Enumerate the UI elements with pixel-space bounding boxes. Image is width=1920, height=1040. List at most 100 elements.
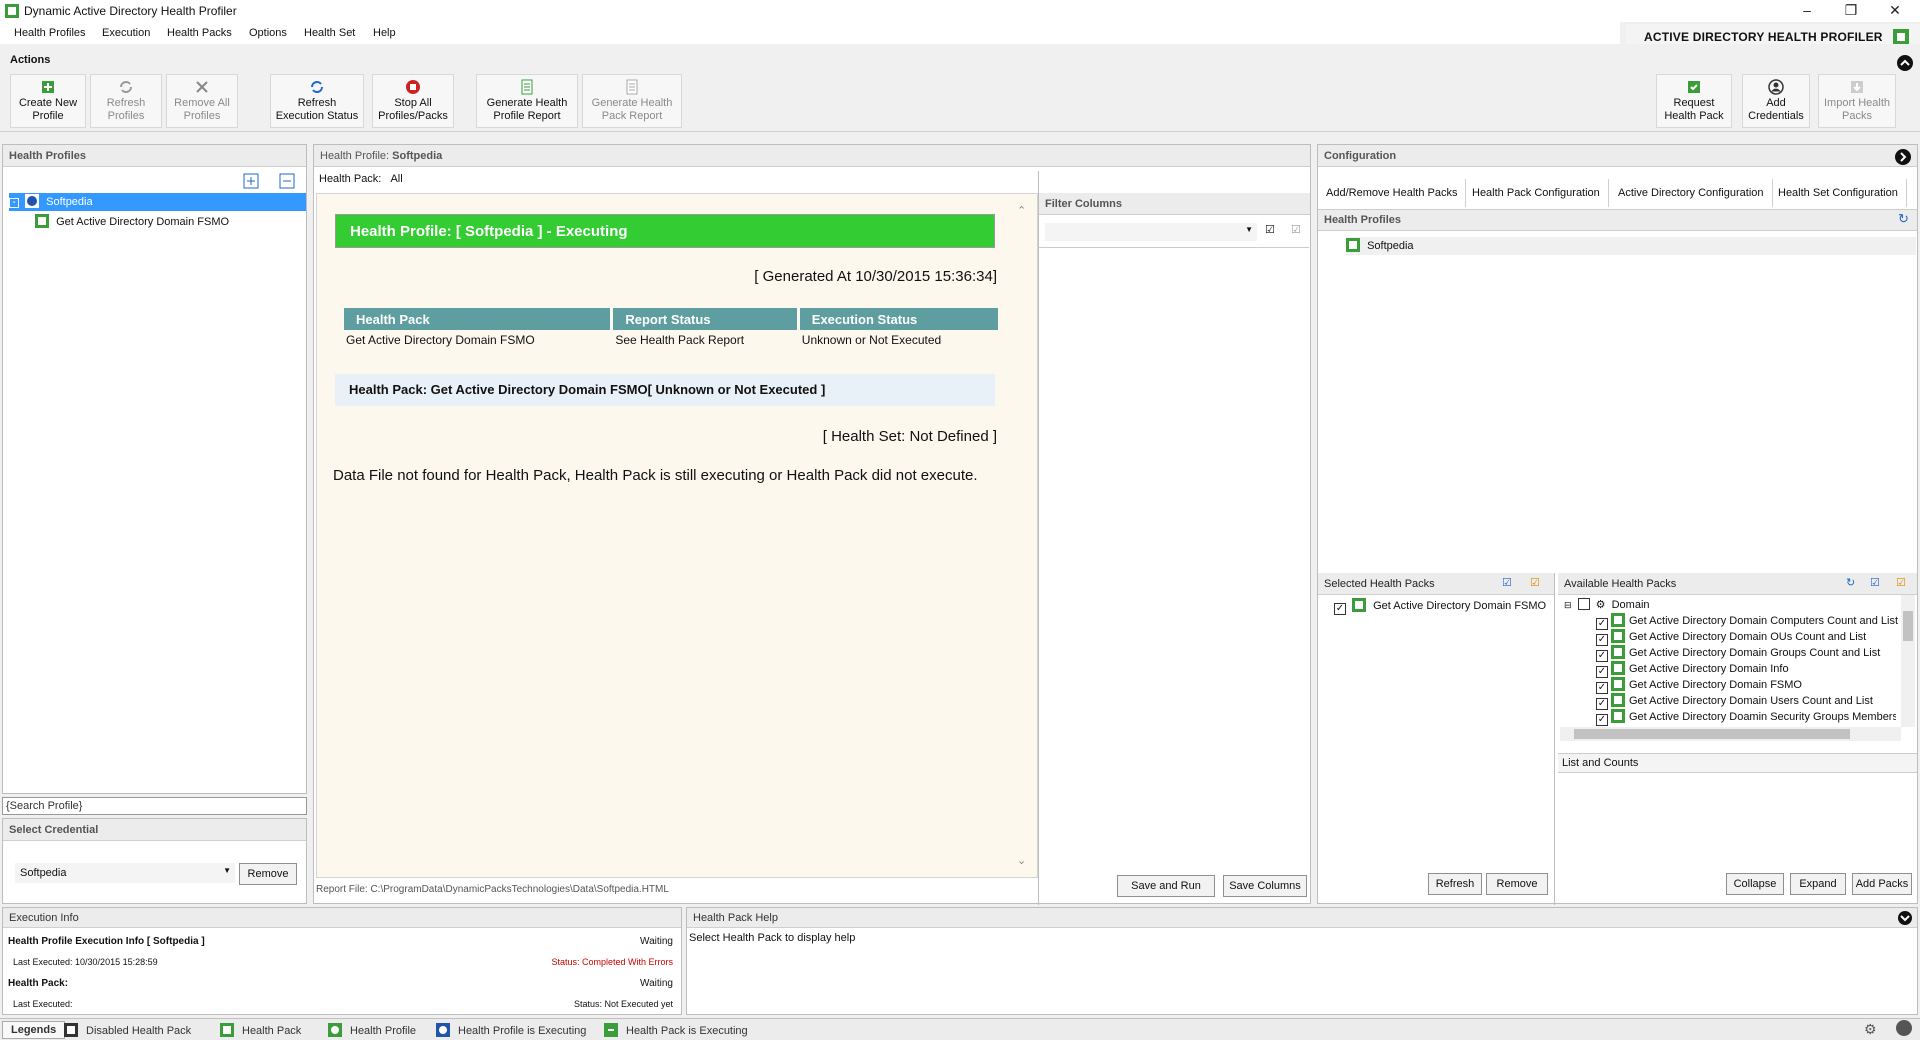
tree-item-profile[interactable]: - Softpedia [9,193,306,211]
menu-execution[interactable]: Execution [102,27,150,39]
import-icon [1851,81,1863,93]
health-pack-icon [35,214,49,228]
cell-report-status[interactable]: See Health Pack Report [613,332,796,348]
generate-profile-report-button[interactable]: Generate Health Profile Report [476,74,578,128]
tab-ad-configuration[interactable]: Active Directory Configuration [1610,179,1773,207]
checkbox-unchecked[interactable] [1577,598,1590,610]
check-all-icon[interactable]: ☑ [1870,576,1880,589]
filter-columns-select[interactable]: ▼ [1045,223,1257,241]
add-credentials-button[interactable]: Add Credentials [1742,74,1810,128]
refresh-profiles-label: Refresh Profiles [106,97,146,122]
filter-columns-header: Filter Columns [1039,193,1310,215]
tab-pack-configuration[interactable]: Health Pack Configuration [1464,179,1609,207]
collapse-help-icon[interactable] [1897,910,1913,926]
check-all-icon[interactable]: ☑ [1502,576,1512,589]
remove-selected-button[interactable]: Remove [1486,873,1548,895]
expand-button[interactable]: Expand [1790,873,1846,895]
vertical-scrollbar[interactable] [1901,595,1915,727]
request-pack-icon [1688,81,1700,93]
check-all-icon[interactable]: ☑ [1265,223,1275,236]
tree-toggle-icon[interactable]: - [9,198,19,208]
health-pack-icon [1611,613,1625,627]
refresh-execution-status-label: Refresh Execution Status [275,97,359,122]
scroll-up-icon[interactable]: ⌃ [1017,204,1026,217]
exec-pack-info: Health Pack: [8,978,69,989]
close-button[interactable]: ✕ [1872,0,1918,22]
collapse-panel-icon[interactable] [1894,148,1912,166]
checkbox-checked[interactable]: ✓ [1596,714,1608,726]
refresh-execution-status-button[interactable]: Refresh Execution Status [270,74,364,128]
tab-add-remove-packs[interactable]: Add/Remove Health Packs [1318,179,1467,207]
tree-item-label: Softpedia [46,196,93,208]
restore-button[interactable]: ❐ [1828,0,1874,22]
config-profile-item[interactable]: Softpedia [1346,237,1916,255]
stop-all-button[interactable]: Stop All Profiles/Packs [372,74,454,128]
remove-credential-button[interactable]: Remove [239,863,297,885]
legends-bar: Legends Disabled Health Pack Health Pack… [0,1018,1920,1040]
config-profile-label: Softpedia [1367,240,1414,252]
add-packs-button[interactable]: Add Packs [1852,873,1912,895]
legend-label: Health Pack is Executing [626,1025,748,1037]
menu-health-set[interactable]: Health Set [304,27,355,39]
refresh-selected-button[interactable]: Refresh [1428,873,1482,895]
legend-label: Health Profile is Executing [458,1025,587,1037]
minimize-button[interactable]: – [1784,0,1830,22]
health-profile-icon [1346,238,1360,252]
selected-pack-item[interactable]: ✓ Get Active Directory Domain FSMO [1334,597,1546,615]
settings-icon[interactable]: ⚙ [1864,1021,1877,1038]
ribbon-title: Actions [10,54,51,66]
stop-all-label: Stop All Profiles/Packs [378,97,448,122]
col-execution-status: Execution Status [799,308,998,330]
refresh-icon [120,81,132,93]
health-profile-executing-icon [436,1023,450,1037]
selected-packs-panel: Selected Health Packs ☑ ☑ ✓ Get Active D… [1318,573,1555,905]
legend-pack-executing: Health Pack is Executing [604,1023,748,1037]
search-profile-input[interactable]: {Search Profile} [2,797,307,815]
request-health-pack-button[interactable]: Request Health Pack [1656,74,1732,128]
uncheck-all-icon[interactable]: ☑ [1291,223,1301,236]
horizontal-scrollbar[interactable] [1560,727,1901,741]
collapse-ribbon-icon[interactable] [1896,54,1914,72]
checkbox-checked[interactable]: ✓ [1334,603,1346,615]
expand-all-icon[interactable] [243,173,259,189]
health-pack-icon [1611,661,1625,675]
generate-pack-report-button[interactable]: Generate Health Pack Report [582,74,682,128]
refresh-icon[interactable]: ↻ [1898,211,1909,227]
uncheck-all-icon[interactable]: ☑ [1530,576,1540,589]
menu-health-profiles[interactable]: Health Profiles [14,27,86,39]
uncheck-all-icon[interactable]: ☑ [1896,576,1906,589]
disabled-health-pack-icon [64,1023,78,1037]
health-profiles-panel: Health Profiles - Softpedia Get Active D… [2,144,307,794]
menu-help[interactable]: Help [373,27,396,39]
tab-health-set-configuration[interactable]: Health Set Configuration [1770,179,1907,207]
refresh-icon[interactable]: ↻ [1846,576,1855,589]
collapse-all-icon[interactable] [279,173,295,189]
title-bar: Dynamic Active Directory Health Profiler… [0,0,1920,22]
create-new-profile-button[interactable]: Create New Profile [10,74,86,128]
credential-select[interactable]: Softpedia ▼ [15,863,235,883]
save-and-run-button[interactable]: Save and Run [1117,875,1215,897]
scroll-down-icon[interactable]: ⌄ [1017,854,1026,867]
generate-profile-report-label: Generate Health Profile Report [486,97,568,122]
menu-health-packs[interactable]: Health Packs [167,27,232,39]
help-text: Select Health Pack to display help [689,932,856,944]
create-profile-icon [42,81,54,93]
refresh-profiles-button[interactable]: Refresh Profiles [90,74,162,128]
report-icon [521,79,533,95]
save-columns-button[interactable]: Save Columns [1223,875,1307,897]
tree-item-pack[interactable]: Get Active Directory Domain FSMO [35,213,229,231]
available-root-label: Domain [1611,599,1650,611]
app-icon [5,4,19,18]
import-health-packs-button[interactable]: Import Health Packs [1818,74,1896,128]
profile-label: Health Profile: [320,150,390,162]
legend-profile: Health Profile [328,1023,416,1037]
refresh-icon [311,81,323,93]
tree-toggle-icon[interactable]: ⊟ [1564,600,1572,610]
remove-all-profiles-button[interactable]: Remove All Profiles [166,74,238,128]
report-generated-at: [ Generated At 10/30/2015 15:36:34] [754,268,997,285]
available-pack-item[interactable]: ✓ Get Active Directory Doamin Security Gr… [1596,708,1896,726]
menu-options[interactable]: Options [249,27,287,39]
report-table: Health Pack Report Status Execution Stat… [341,306,1001,350]
collapse-button[interactable]: Collapse [1726,873,1784,895]
brand-text: ACTIVE DIRECTORY HEALTH PROFILER [1644,30,1883,44]
